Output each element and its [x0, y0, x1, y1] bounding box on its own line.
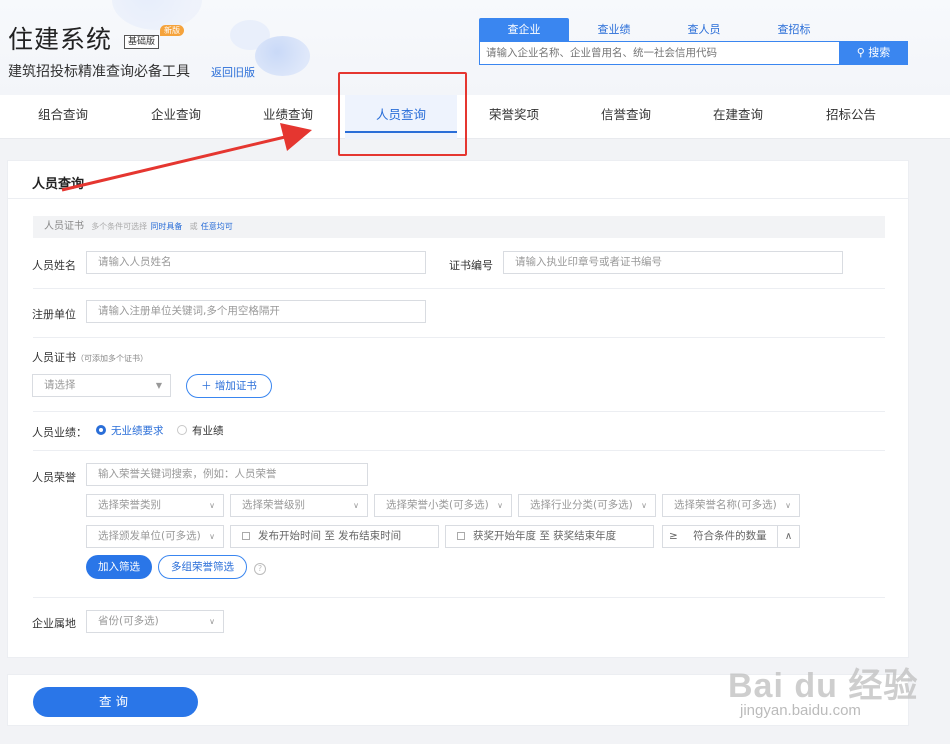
watermark-logo: Bai du 经验 [728, 667, 919, 705]
watermark-url: jingyan.baidu.com [740, 702, 861, 719]
watermark: Bai du 经验 jingyan.baidu.com [728, 640, 938, 730]
arrow-shaft [61, 135, 286, 192]
annotation-arrow [61, 123, 312, 192]
arrow-head [280, 123, 312, 151]
